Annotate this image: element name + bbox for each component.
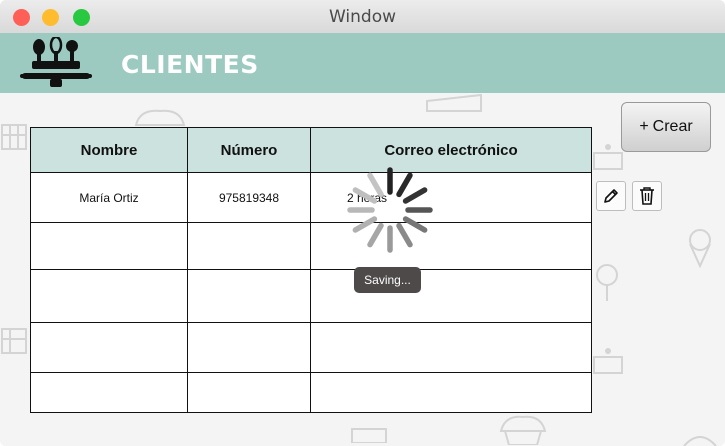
cell-nombre[interactable] xyxy=(30,269,188,323)
cake-decoration-icon xyxy=(593,348,623,374)
waffle-decoration-icon xyxy=(1,328,27,354)
page-header: CLIENTES xyxy=(0,33,725,93)
loading-spinner-icon xyxy=(347,167,433,253)
trash-icon xyxy=(640,187,654,205)
column-header-numero[interactable]: Número xyxy=(187,127,311,173)
create-client-button[interactable]: + Crear xyxy=(621,102,711,152)
clients-table: Nombre Número Correo electrónico María O… xyxy=(30,127,592,413)
spinner-spoke xyxy=(367,222,384,248)
ice-cream-decoration-icon xyxy=(689,229,711,268)
cell-correo[interactable] xyxy=(310,269,592,323)
cell-correo[interactable] xyxy=(310,372,592,413)
table-row[interactable] xyxy=(30,322,592,373)
spinner-spoke xyxy=(352,187,378,204)
delete-row-button[interactable] xyxy=(632,181,662,211)
cell-nombre[interactable] xyxy=(30,322,188,373)
table-row[interactable] xyxy=(30,372,592,413)
window-title: Window xyxy=(328,7,397,27)
page-title: CLIENTES xyxy=(121,50,259,79)
cell-numero[interactable] xyxy=(187,222,311,270)
spinner-spoke xyxy=(352,216,378,233)
spinner-spoke xyxy=(396,222,413,248)
spinner-spoke xyxy=(396,172,413,198)
pencil-icon xyxy=(604,189,618,203)
cell-nombre[interactable]: María Ortiz xyxy=(30,172,188,223)
waffle-decoration-icon xyxy=(351,428,387,443)
cupcake-decoration-icon xyxy=(499,415,547,445)
plus-icon: + xyxy=(639,118,649,135)
waffle-decoration-icon xyxy=(1,124,27,150)
title-bar: Window xyxy=(0,0,725,34)
cell-nombre[interactable] xyxy=(30,222,188,270)
spinner-spoke xyxy=(367,172,384,198)
cell-nombre[interactable] xyxy=(30,372,188,413)
cell-numero[interactable] xyxy=(187,372,311,413)
table-header-row: Nombre Número Correo electrónico xyxy=(30,127,592,173)
ice-cream-decoration-icon xyxy=(683,436,717,446)
cell-correo[interactable] xyxy=(310,322,592,373)
cell-numero[interactable] xyxy=(187,322,311,373)
kitchen-utensils-logo-icon xyxy=(20,37,92,87)
spinner-spoke xyxy=(402,216,428,233)
table-row[interactable] xyxy=(30,269,592,323)
create-button-label: Crear xyxy=(652,118,693,135)
table-row[interactable]: María Ortiz 975819348 2 horas xyxy=(30,172,592,223)
table-row[interactable] xyxy=(30,222,592,270)
cake-slice-decoration-icon xyxy=(426,93,482,112)
app-window: Window CLIENTES + Crear Nombre Número Co… xyxy=(0,0,725,446)
column-header-nombre[interactable]: Nombre xyxy=(30,127,188,173)
cell-numero[interactable]: 975819348 xyxy=(187,172,311,223)
cell-numero[interactable] xyxy=(187,269,311,323)
lollipop-decoration-icon xyxy=(596,264,618,301)
edit-row-button[interactable] xyxy=(596,181,626,211)
spinner-spoke xyxy=(402,187,428,204)
saving-toast: Saving... xyxy=(354,267,421,293)
